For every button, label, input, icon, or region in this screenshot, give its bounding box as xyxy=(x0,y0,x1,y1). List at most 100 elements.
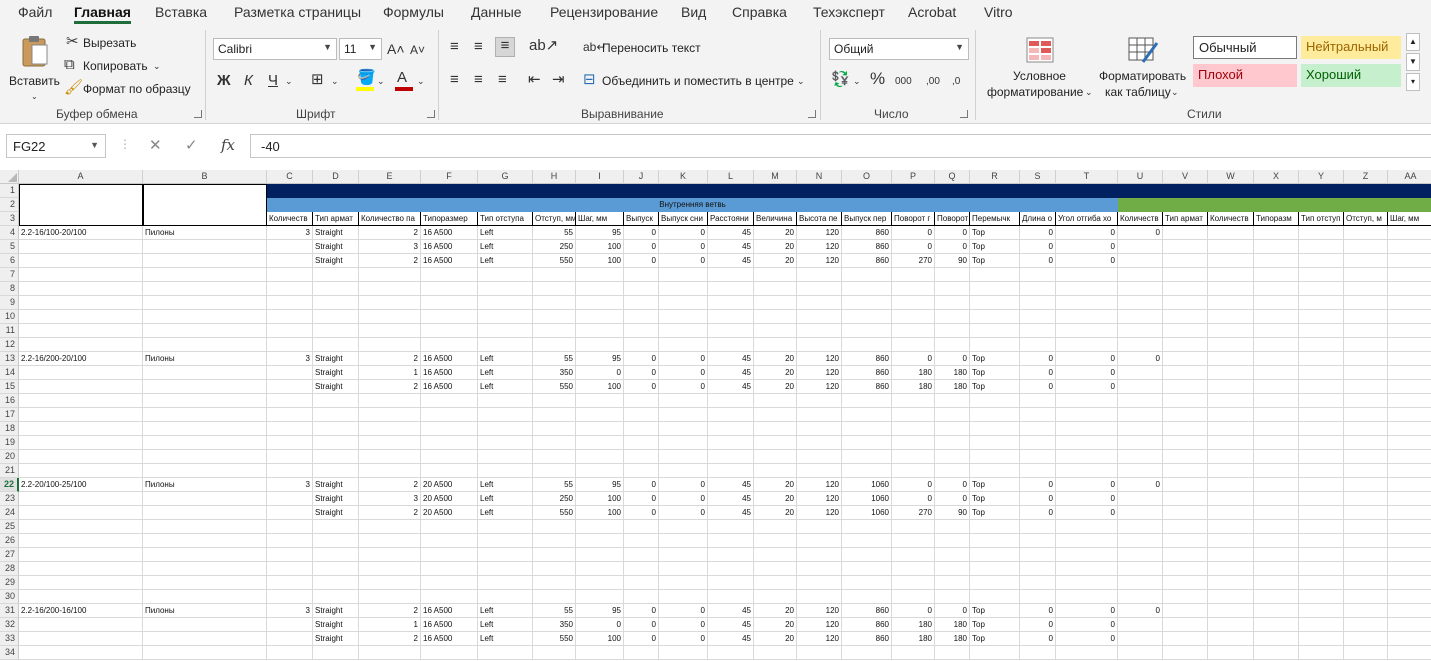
cell-U9[interactable] xyxy=(1118,296,1163,310)
cell-I24[interactable]: 100 xyxy=(576,506,624,520)
cell-H11[interactable] xyxy=(533,324,576,338)
cell-T11[interactable] xyxy=(1056,324,1118,338)
cell-C18[interactable] xyxy=(267,422,313,436)
cell-D20[interactable] xyxy=(313,450,359,464)
cell-A10[interactable] xyxy=(19,310,143,324)
cell-Y30[interactable] xyxy=(1299,590,1344,604)
cell-G11[interactable] xyxy=(478,324,533,338)
cell-G13[interactable]: Left xyxy=(478,352,533,366)
cell-D11[interactable] xyxy=(313,324,359,338)
cell-E7[interactable] xyxy=(359,268,421,282)
cell-L29[interactable] xyxy=(708,576,754,590)
column-title-P[interactable]: Поворот г xyxy=(892,212,935,226)
cell-O9[interactable] xyxy=(842,296,892,310)
cell-P29[interactable] xyxy=(892,576,935,590)
cell-C17[interactable] xyxy=(267,408,313,422)
cell-M17[interactable] xyxy=(754,408,797,422)
cell-W31[interactable] xyxy=(1208,604,1254,618)
cell-C4[interactable]: 3 xyxy=(267,226,313,240)
cell-R27[interactable] xyxy=(970,548,1020,562)
cell-N30[interactable] xyxy=(797,590,842,604)
cell-E6[interactable]: 2 xyxy=(359,254,421,268)
cell-P21[interactable] xyxy=(892,464,935,478)
cell-U28[interactable] xyxy=(1118,562,1163,576)
cell-S31[interactable]: 0 xyxy=(1020,604,1056,618)
cell-U27[interactable] xyxy=(1118,548,1163,562)
cell-X13[interactable] xyxy=(1254,352,1299,366)
row-header-30[interactable]: 30 xyxy=(0,590,19,604)
cell-J13[interactable]: 0 xyxy=(624,352,659,366)
cell-H12[interactable] xyxy=(533,338,576,352)
cell-C8[interactable] xyxy=(267,282,313,296)
cell-U13[interactable]: 0 xyxy=(1118,352,1163,366)
cell-F25[interactable] xyxy=(421,520,478,534)
cell-K28[interactable] xyxy=(659,562,708,576)
column-header-G[interactable]: G xyxy=(478,170,533,184)
cell-Y17[interactable] xyxy=(1299,408,1344,422)
cell-X34[interactable] xyxy=(1254,646,1299,660)
cell-Q33[interactable]: 180 xyxy=(935,632,970,646)
cell-Y11[interactable] xyxy=(1299,324,1344,338)
cell-N23[interactable]: 120 xyxy=(797,492,842,506)
cell-I25[interactable] xyxy=(576,520,624,534)
cell-Z24[interactable] xyxy=(1344,506,1388,520)
row-header-23[interactable]: 23 xyxy=(0,492,19,506)
cell-E12[interactable] xyxy=(359,338,421,352)
cell-Z32[interactable] xyxy=(1344,618,1388,632)
cell-W23[interactable] xyxy=(1208,492,1254,506)
cell-T7[interactable] xyxy=(1056,268,1118,282)
cell-C30[interactable] xyxy=(267,590,313,604)
cell-V9[interactable] xyxy=(1163,296,1208,310)
cell-L24[interactable]: 45 xyxy=(708,506,754,520)
cell-V24[interactable] xyxy=(1163,506,1208,520)
cell-K13[interactable]: 0 xyxy=(659,352,708,366)
cell-W7[interactable] xyxy=(1208,268,1254,282)
cell-S25[interactable] xyxy=(1020,520,1056,534)
cell-T5[interactable]: 0 xyxy=(1056,240,1118,254)
align-middle-icon[interactable]: ≡ xyxy=(474,39,483,55)
cell-J25[interactable] xyxy=(624,520,659,534)
cell-X25[interactable] xyxy=(1254,520,1299,534)
cell-G19[interactable] xyxy=(478,436,533,450)
cell-H30[interactable] xyxy=(533,590,576,604)
style-good[interactable]: Хороший xyxy=(1301,64,1401,87)
cell-F32[interactable]: 16 A500 xyxy=(421,618,478,632)
cell-A21[interactable] xyxy=(19,464,143,478)
cell-B10[interactable] xyxy=(143,310,267,324)
cell-U20[interactable] xyxy=(1118,450,1163,464)
cell-E28[interactable] xyxy=(359,562,421,576)
cell-G34[interactable] xyxy=(478,646,533,660)
cell-S27[interactable] xyxy=(1020,548,1056,562)
currency-icon[interactable]: 💱 xyxy=(831,72,850,88)
cell-A23[interactable] xyxy=(19,492,143,506)
cell-H14[interactable]: 350 xyxy=(533,366,576,380)
cell-X14[interactable] xyxy=(1254,366,1299,380)
cell-AA29[interactable] xyxy=(1388,576,1431,590)
cell-B23[interactable] xyxy=(143,492,267,506)
cell-U26[interactable] xyxy=(1118,534,1163,548)
cell-Y12[interactable] xyxy=(1299,338,1344,352)
column-title-Q[interactable]: Поворот xyxy=(935,212,970,226)
cell-M26[interactable] xyxy=(754,534,797,548)
cell-Q16[interactable] xyxy=(935,394,970,408)
cell-I9[interactable] xyxy=(576,296,624,310)
cell-T6[interactable]: 0 xyxy=(1056,254,1118,268)
row-header-5[interactable]: 5 xyxy=(0,240,19,254)
cell-Z12[interactable] xyxy=(1344,338,1388,352)
cell-A34[interactable] xyxy=(19,646,143,660)
cell-U8[interactable] xyxy=(1118,282,1163,296)
cell-M33[interactable]: 20 xyxy=(754,632,797,646)
cell-O24[interactable]: 1060 xyxy=(842,506,892,520)
cell-T29[interactable] xyxy=(1056,576,1118,590)
font-name-dropdown[interactable]: Calibri ▼ xyxy=(213,38,337,60)
cell-Z16[interactable] xyxy=(1344,394,1388,408)
cell-L31[interactable]: 45 xyxy=(708,604,754,618)
cell-F34[interactable] xyxy=(421,646,478,660)
paste-button[interactable]: Вставить ⌄ xyxy=(6,30,62,102)
cell-W15[interactable] xyxy=(1208,380,1254,394)
cell-I31[interactable]: 95 xyxy=(576,604,624,618)
cell-O28[interactable] xyxy=(842,562,892,576)
cell-P13[interactable]: 0 xyxy=(892,352,935,366)
cell-U33[interactable] xyxy=(1118,632,1163,646)
cell-W20[interactable] xyxy=(1208,450,1254,464)
